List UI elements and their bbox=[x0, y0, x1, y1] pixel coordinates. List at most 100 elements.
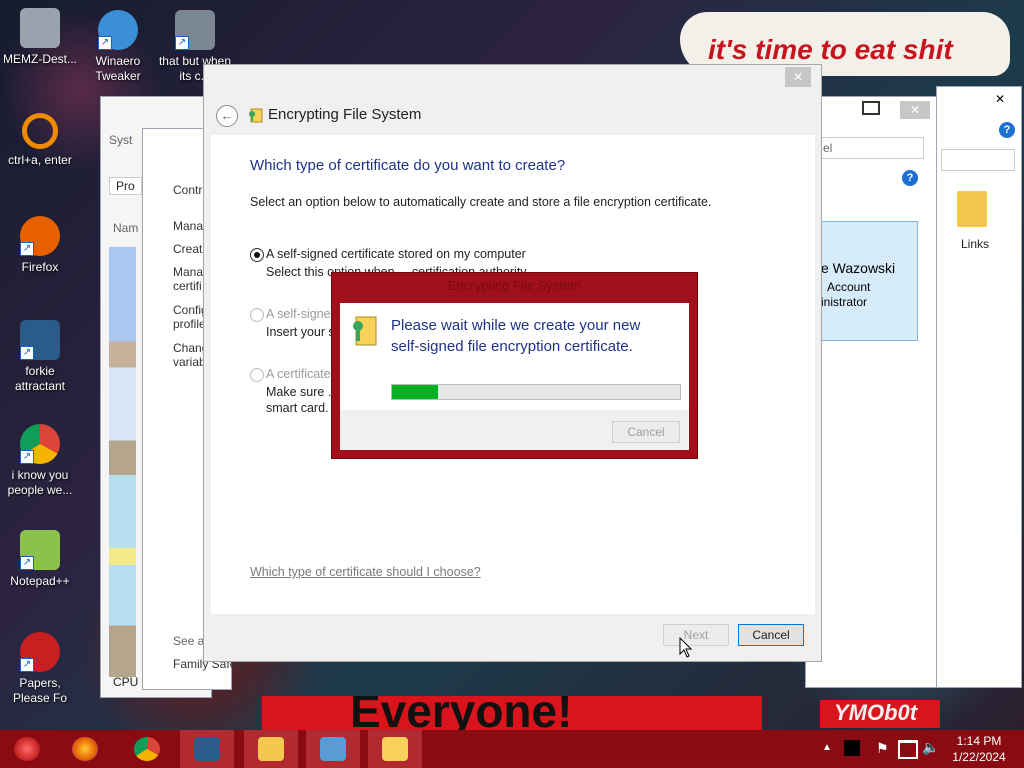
papers-please-icon: ↗ bbox=[20, 632, 60, 672]
desktop-icon-papers-please[interactable]: ↗ Papers, Please Fo bbox=[0, 632, 80, 706]
next-button[interactable]: Next bbox=[663, 624, 729, 646]
windows-stack-icon: ↗ bbox=[175, 10, 215, 50]
action-center-flag-icon[interactable]: ⚑ bbox=[876, 740, 889, 757]
system-monitor-icon: ↗ bbox=[20, 320, 60, 360]
clock-time[interactable]: 1:14 PM bbox=[944, 733, 1014, 749]
wizard-intro-text: Select an option below to automatically … bbox=[250, 195, 712, 209]
cp-link[interactable]: Config profile bbox=[173, 303, 208, 331]
folder-icon[interactable] bbox=[957, 191, 987, 227]
option-self-signed-label[interactable]: A self-signed certificate stored on my c… bbox=[266, 247, 526, 261]
efs-key-icon bbox=[382, 737, 408, 761]
desktop-icon-ctrl-a-enter[interactable]: ctrl+a, enter bbox=[0, 113, 80, 168]
option-smart-card-label[interactable]: A self-signe bbox=[266, 307, 331, 321]
progress-bar bbox=[391, 384, 681, 400]
window-title: Encrypting File System bbox=[268, 106, 422, 123]
desktop-icon-label: Notepad++ bbox=[10, 574, 70, 588]
progress-message-line2: self-signed file encryption certificate. bbox=[391, 338, 633, 355]
bg-left-item: Nam bbox=[113, 221, 139, 235]
certificate-help-link[interactable]: Which type of certificate should I choos… bbox=[250, 565, 481, 579]
winaero-icon: ↗ bbox=[98, 10, 138, 50]
mouse-cursor-icon bbox=[679, 637, 693, 658]
taskbar: ▲ ⚑ 🔈 1:14 PM 1/22/2024 bbox=[0, 730, 1024, 768]
chrome-icon bbox=[134, 737, 160, 761]
firefox-icon: ↗ bbox=[20, 216, 60, 256]
firefox-icon bbox=[72, 737, 98, 761]
desktop-icon-chrome[interactable]: ↗ i know you people we... bbox=[0, 424, 80, 498]
help-icon[interactable]: ? bbox=[999, 122, 1015, 138]
cp-link[interactable]: Mana certifi bbox=[173, 265, 207, 293]
wizard-footer: Next Cancel bbox=[211, 614, 815, 654]
volume-muted-icon[interactable]: 🔈 bbox=[922, 739, 939, 756]
cp-link[interactable]: Mana bbox=[173, 219, 203, 233]
taskbar-control-panel[interactable] bbox=[306, 730, 360, 768]
see-also-label: See al bbox=[173, 634, 208, 648]
chrome-icon: ↗ bbox=[20, 424, 60, 464]
recycle-bin-icon bbox=[20, 8, 60, 48]
system-monitor-icon bbox=[194, 737, 220, 761]
option-ca-certificate-description-2: smart card. bbox=[266, 401, 329, 415]
bg-left-item: CPU bbox=[113, 675, 139, 689]
background-explorer-window[interactable]: ✕ ? Links bbox=[936, 86, 1022, 688]
ring-icon bbox=[22, 113, 58, 149]
option-smart-card-description: Insert your s bbox=[266, 325, 335, 339]
cancel-button[interactable]: Cancel bbox=[738, 624, 804, 646]
meme-bottom-right-text: YMOb0t bbox=[834, 700, 918, 725]
desktop-icon-label: i know you people we... bbox=[7, 468, 73, 497]
show-hidden-icons-icon[interactable]: ▲ bbox=[822, 742, 832, 753]
taskbar-chrome[interactable] bbox=[120, 730, 174, 768]
radio-smart-card[interactable] bbox=[250, 308, 264, 322]
close-icon[interactable]: ✕ bbox=[785, 67, 811, 87]
close-icon[interactable]: ✕ bbox=[900, 101, 930, 119]
meme-bottom-right-banner: YMOb0t bbox=[820, 700, 940, 728]
meme-bottom-banner: Everyone! bbox=[262, 696, 762, 730]
desktop-icon-forkie[interactable]: ↗ forkie attractant bbox=[0, 320, 80, 394]
desktop-icon-winaero[interactable]: ↗ Winaero Tweaker bbox=[78, 10, 158, 84]
progress-dialog[interactable]: Encrypting File System Please wait while… bbox=[331, 272, 698, 459]
user-account-tile[interactable]: e Wazowski Account inistrator bbox=[820, 221, 918, 341]
user-name: e Wazowski bbox=[821, 260, 896, 276]
notepadpp-icon: ↗ bbox=[20, 530, 60, 570]
help-icon[interactable]: ? bbox=[902, 170, 918, 186]
bg-memory-graph bbox=[109, 247, 136, 677]
progress-message-line1: Please wait while we create your new bbox=[391, 317, 641, 334]
tray-app-icon[interactable] bbox=[844, 740, 860, 756]
progress-cancel-button[interactable]: Cancel bbox=[612, 421, 680, 443]
cp-link[interactable]: Chang variab bbox=[173, 341, 208, 369]
progress-bar-fill bbox=[392, 385, 439, 399]
cp-link[interactable]: Contr bbox=[173, 183, 202, 197]
taskbar-firefox[interactable] bbox=[58, 730, 112, 768]
desktop-icon-notepadpp[interactable]: ↗ Notepad++ bbox=[0, 530, 80, 589]
maximize-icon[interactable] bbox=[862, 101, 880, 115]
desktop-icon-label: Firefox bbox=[21, 260, 59, 274]
desktop-icon-firefox[interactable]: ↗ Firefox bbox=[0, 216, 80, 275]
search-input[interactable]: el bbox=[818, 137, 924, 159]
desktop-icon-label: forkie attractant bbox=[14, 364, 66, 393]
close-icon[interactable]: ✕ bbox=[985, 89, 1015, 109]
progress-message: Please wait while we create your new sel… bbox=[391, 315, 640, 357]
bg-left-item: Syst bbox=[109, 133, 133, 147]
links-folder-label[interactable]: Links bbox=[961, 237, 989, 251]
bg-left-tab[interactable]: Pro bbox=[109, 177, 142, 195]
desktop-icon-label: Winaero Tweaker bbox=[95, 54, 141, 83]
radio-ca-certificate[interactable] bbox=[250, 368, 264, 382]
start-button[interactable] bbox=[0, 730, 54, 768]
clock-date[interactable]: 1/22/2024 bbox=[944, 749, 1014, 765]
desktop-icon-memz[interactable]: MEMZ-Dest... bbox=[0, 8, 80, 67]
option-ca-certificate-label[interactable]: A certificate bbox=[266, 367, 331, 381]
certificate-key-icon bbox=[350, 315, 378, 347]
start-orb-icon bbox=[14, 737, 40, 761]
desktop-icon-label: MEMZ-Dest... bbox=[3, 52, 77, 66]
user-admin: inistrator bbox=[821, 295, 868, 309]
explorer-search-input[interactable] bbox=[941, 149, 1015, 171]
radio-self-signed[interactable] bbox=[250, 248, 264, 262]
background-user-accounts-window[interactable]: ✕ el ? e Wazowski Account inistrator bbox=[805, 96, 937, 688]
taskbar-efs-wizard[interactable] bbox=[368, 730, 422, 768]
meme-bottom-text: Everyone! bbox=[350, 696, 573, 730]
progress-dialog-body: Please wait while we create your new sel… bbox=[340, 303, 689, 450]
taskbar-system-monitor[interactable] bbox=[180, 730, 234, 768]
efs-key-icon bbox=[247, 107, 263, 123]
back-arrow-icon[interactable]: ← bbox=[216, 105, 238, 127]
network-icon[interactable] bbox=[898, 740, 918, 759]
taskbar-file-explorer[interactable] bbox=[244, 730, 298, 768]
user-role: Account bbox=[827, 280, 871, 294]
